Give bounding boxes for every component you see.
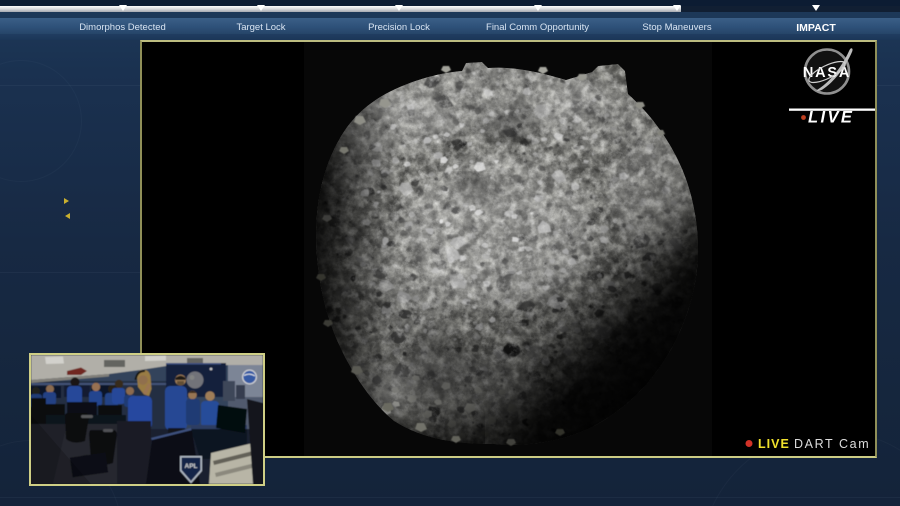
svg-text:LIVE: LIVE [758, 437, 790, 451]
svg-text:LIVE: LIVE [808, 109, 854, 127]
svg-text:DART Cam: DART Cam [794, 437, 870, 451]
